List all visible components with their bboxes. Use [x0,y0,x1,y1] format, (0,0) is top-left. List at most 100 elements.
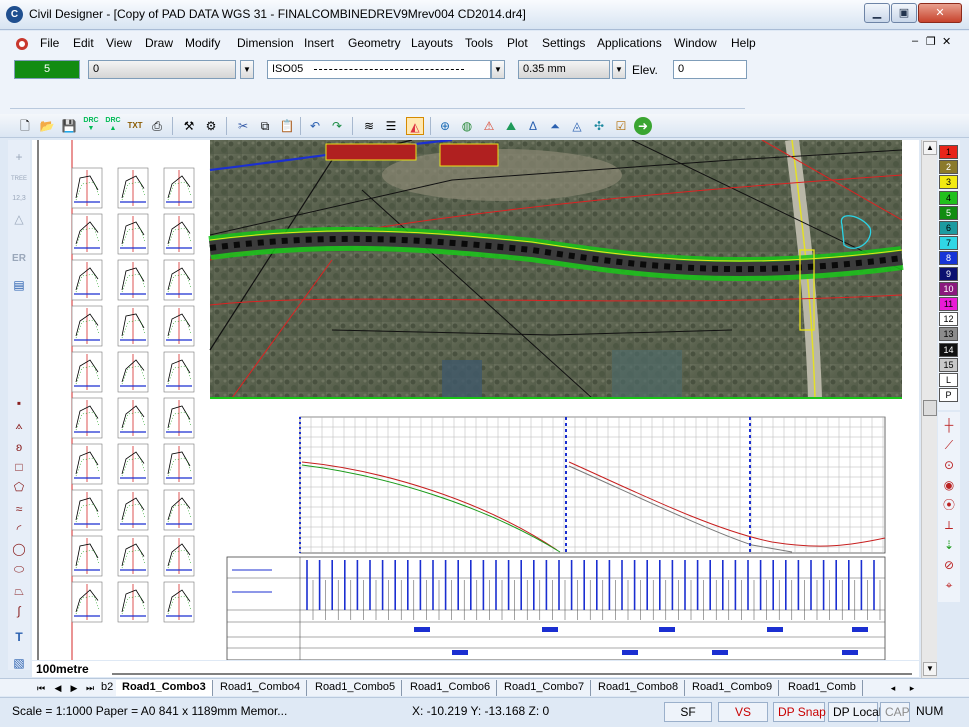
color-swatch-15[interactable]: 15 [939,357,958,372]
zoom-icon[interactable]: ⊕ [436,117,454,135]
tab-road1_combo9[interactable]: Road1_Combo9 [686,680,780,696]
triangle-icon[interactable]: △ [10,210,28,228]
color-swatch-8[interactable]: 8 [939,251,958,266]
next-tab-icon[interactable]: ▶ [67,681,81,695]
snap-center-icon[interactable]: ⊙ [940,456,958,474]
txt-export-icon[interactable]: TXT [126,117,144,135]
color-swatch-l[interactable]: L [939,373,958,387]
color-swatch-1[interactable]: 1 [939,145,958,159]
apex-icon[interactable]: ⏶ [546,117,564,135]
tree-icon[interactable]: TREE [10,170,28,188]
print-icon[interactable]: ⎙ [148,117,166,135]
tab-road1_combo5[interactable]: Road1_Combo5 [309,680,403,696]
tab-road1_combo8[interactable]: Road1_Combo8 [592,680,686,696]
minimize-button[interactable]: ▁ [864,3,890,23]
lineweight-dropdown[interactable]: 0.35 mm [518,60,610,79]
dp-local-toggle[interactable]: DP Local [828,702,881,722]
scroll-thumb[interactable] [923,400,937,416]
first-tab-icon[interactable]: ⏮ [34,681,48,695]
settings-icon[interactable]: ⚙ [202,117,220,135]
go-icon[interactable]: ➜ [634,117,652,135]
snap-endpoint-icon[interactable]: ┼ [940,416,958,434]
numbers-icon[interactable]: 12,3 [10,190,28,208]
grade-icon[interactable]: ◬ [568,117,586,135]
rectangle-icon[interactable]: □ [10,458,28,476]
color-swatch-4[interactable]: 4 [939,190,958,205]
layers-icon[interactable]: ≋ [360,117,378,135]
cut-icon[interactable]: ✂ [234,117,252,135]
polyline-icon[interactable]: ⟑ [10,416,28,434]
menu-insert[interactable]: Insert [304,36,334,50]
er-icon[interactable]: ER [10,250,28,268]
point-icon[interactable]: ▪ [10,394,28,412]
menu-dimension[interactable]: Dimension [237,36,294,50]
drawing-canvas[interactable] [32,140,919,660]
tools-icon[interactable]: ⚒ [180,117,198,135]
properties-icon[interactable]: ☰ [382,117,400,135]
menu-tools[interactable]: Tools [465,36,493,50]
triangle-icon[interactable]: ⚠ [480,117,498,135]
color-swatch-5[interactable]: 5 [939,205,958,220]
tab-road1_combo4[interactable]: Road1_Combo4 [214,680,308,696]
mdi-close-button[interactable]: ✕ [942,35,951,48]
menu-modify[interactable]: Modify [185,36,220,50]
color-swatch-11[interactable]: 11 [939,297,958,311]
previous-tab-icon[interactable]: ◀ [51,681,65,695]
polygon-icon[interactable]: ⬠ [10,478,28,496]
plus-icon[interactable]: + [10,148,28,166]
color-swatch-13[interactable]: 13 [939,327,958,342]
spline-icon[interactable]: ʚ [10,438,28,456]
mdi-restore-button[interactable]: ❐ [926,35,936,48]
network-icon[interactable]: ✣ [590,117,608,135]
menu-layouts[interactable]: Layouts [411,36,453,50]
mdi-minimize-button[interactable]: ‒ [912,35,918,47]
snap-perpendicular-icon[interactable]: ⦿ [940,496,958,514]
undo-icon[interactable]: ↶ [306,117,324,135]
menu-edit[interactable]: Edit [73,36,94,50]
menu-plot[interactable]: Plot [507,36,528,50]
tab-road1_combo3[interactable]: Road1_Combo3 [116,680,213,696]
chevron-down-icon[interactable]: ▼ [240,60,254,79]
drawing-area[interactable] [32,140,919,660]
menu-help[interactable]: Help [731,36,756,50]
snap-tangent-icon[interactable]: ⟂ [940,516,958,534]
color-swatch-3[interactable]: 3 [939,175,958,190]
tab-scroll-left-icon[interactable]: ◂ [886,681,900,695]
menu-applications[interactable]: Applications [597,36,662,50]
checklist-icon[interactable]: ☑ [612,117,630,135]
color-swatch-14[interactable]: 14 [939,342,958,357]
multiline-icon[interactable]: ≈ [10,500,28,518]
hatch-icon[interactable]: ▧ [10,654,28,672]
menu-draw[interactable]: Draw [145,36,173,50]
snap-icon[interactable]: ◭ [406,117,424,135]
menu-file[interactable]: File [40,36,59,50]
drc-export-icon[interactable]: DRC ▲ [104,117,122,135]
menu-settings[interactable]: Settings [542,36,585,50]
snap-quadrant-icon[interactable]: ⊘ [940,556,958,574]
civil-designer-logo-icon[interactable]: C [6,6,23,23]
tab-road1_combo6[interactable]: Road1_Combo6 [404,680,498,696]
redo-icon[interactable]: ↷ [328,117,346,135]
color-swatch-12[interactable]: 12 [939,312,958,327]
vs-toggle[interactable]: VS [718,702,768,722]
scroll-up-arrow-icon[interactable]: ▲ [923,141,937,155]
ellipse-icon[interactable]: ⬭ [10,560,28,578]
color-swatch-2[interactable]: 2 [939,160,958,175]
sf-toggle[interactable]: SF [664,702,712,722]
elevation-input[interactable]: 0 [673,60,747,79]
copy-icon[interactable]: ⧉ [256,117,274,135]
save-icon[interactable]: 💾 [60,117,78,135]
menu-window[interactable]: Window [674,36,717,50]
circle-icon[interactable]: ◯ [10,540,28,558]
linetype-dropdown[interactable]: ISO05 [267,60,491,79]
maximize-button[interactable]: ▣ [891,3,917,23]
close-button[interactable]: ✕ [918,3,962,23]
chevron-down-icon[interactable]: ▼ [612,60,626,79]
curve-icon[interactable]: ∫ [10,602,28,620]
color-selector[interactable]: 5 [14,60,80,79]
open-folder-icon[interactable]: 📂 [38,117,56,135]
snap-nearest-icon[interactable]: ⇣ [940,536,958,554]
render-icon[interactable]: ◍ [458,117,476,135]
tab-scroll-right-icon[interactable]: ▸ [905,681,919,695]
layer-dropdown[interactable]: 0 [88,60,236,79]
